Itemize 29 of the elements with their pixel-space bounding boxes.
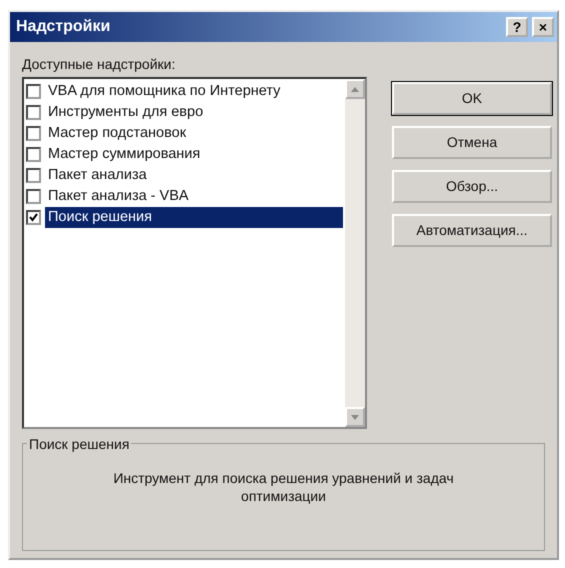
close-button[interactable]: × [532,17,554,37]
dialog-button[interactable]: Обзор... [392,170,552,203]
list-item[interactable]: VBA для помощника по Интернету [45,80,284,102]
checkbox[interactable] [26,147,41,162]
dialog-button[interactable]: Автоматизация... [392,214,552,247]
list-label: Доступные надстройки: [21,55,176,74]
list-item[interactable]: Мастер суммирования [45,144,204,166]
scroll-down-button[interactable] [345,407,365,427]
dialog-button[interactable]: Отмена [392,126,552,159]
checkbox[interactable] [26,168,41,183]
down-arrow-icon [351,414,359,420]
list-item[interactable]: Пакет анализа [45,164,150,186]
list-item[interactable]: Инструменты для евро [45,102,206,124]
dialog-button[interactable]: OK [392,82,552,115]
up-arrow-icon [351,86,359,92]
list-item[interactable]: Мастер подстановок [45,122,190,144]
checkbox[interactable] [26,189,41,204]
checkbox[interactable] [26,105,41,120]
checkbox[interactable] [26,210,41,225]
list-item[interactable]: Пакет анализа - VBA [45,186,192,208]
scrollbar[interactable] [345,79,365,427]
checkbox[interactable] [26,84,41,99]
list-item[interactable]: Поиск решения [45,206,343,228]
description-text: Инструмент для поиска решения уравнений и задач оптимизации [112,470,455,505]
window-title: Надстройки [16,17,110,37]
scroll-up-button[interactable] [345,79,365,99]
help-button[interactable]: ? [506,17,528,37]
checkbox[interactable] [26,126,41,141]
addin-list[interactable]: VBA для помощника по Интернету Инструменты для евро Мастер подстановок Мастер суммирования Пакет анализа Пакет анализа - VBA Поиск решения [22,77,367,429]
